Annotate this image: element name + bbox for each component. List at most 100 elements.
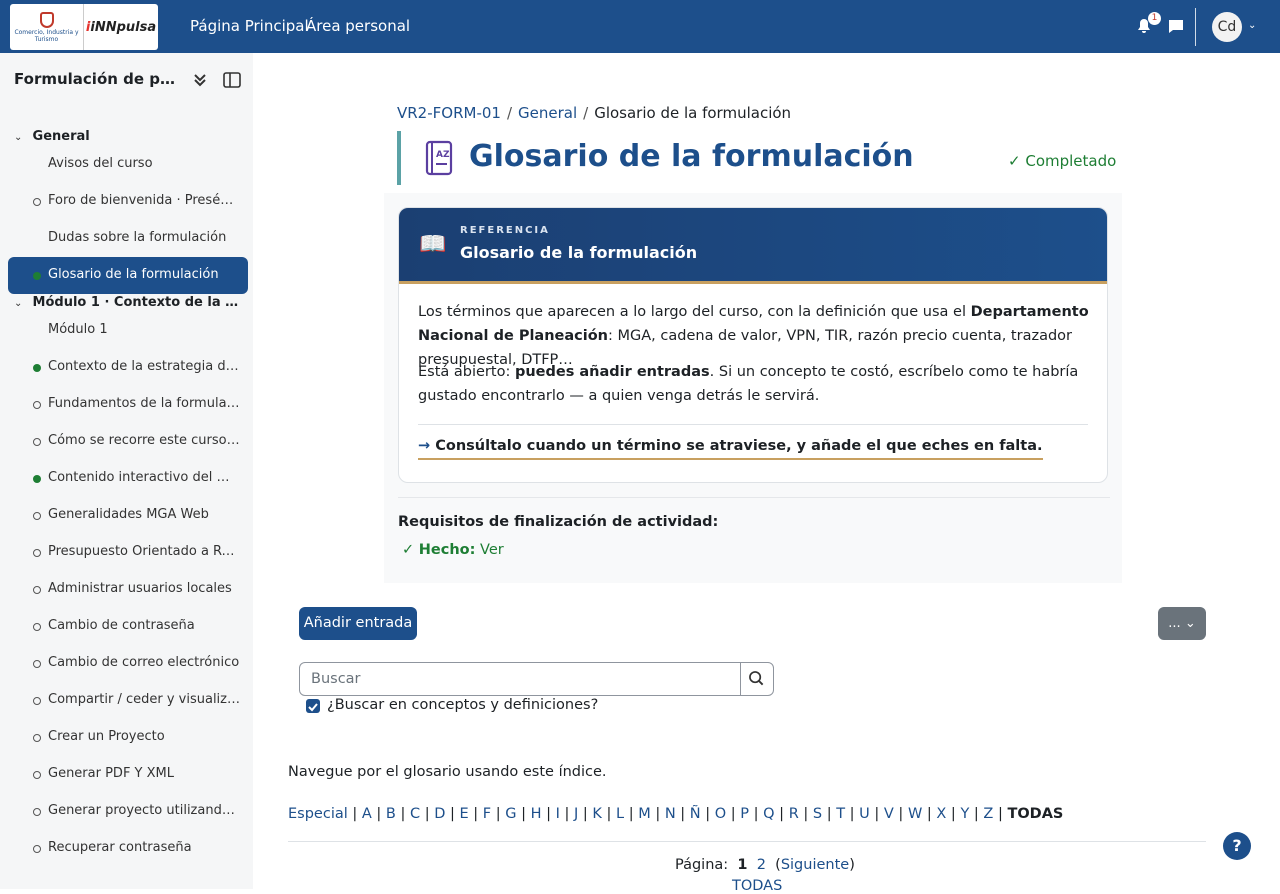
sidebar-item[interactable]: Administrar usuarios locales — [8, 571, 248, 608]
card-header: 📖 REFERENCIA Glosario de la formulación — [399, 208, 1107, 284]
sidebar-item-label: Recuperar contraseña — [48, 840, 192, 855]
sidebar-item[interactable]: Compartir / ceder y visualizar — [8, 682, 248, 719]
sidebar-item[interactable]: Presupuesto Orientado a Resultados — [8, 534, 248, 571]
glossary-icon: AZ — [425, 140, 453, 176]
index-letter[interactable]: F — [483, 806, 491, 822]
sidebar-item[interactable]: Contenido interactivo del módulo 1 — [8, 460, 248, 497]
ministry-seal: Comercio, Industria y Turismo — [10, 4, 84, 50]
index-letter[interactable]: E — [459, 806, 468, 822]
section-label: Módulo 1 · Contexto de la reinducción — [32, 295, 242, 310]
chat-icon[interactable] — [1168, 19, 1184, 34]
help-button[interactable]: ? — [1223, 832, 1251, 860]
index-letter[interactable]: H — [531, 806, 542, 822]
seal-text: Comercio, Industria y Turismo — [14, 28, 79, 43]
index-letter[interactable]: B — [386, 806, 396, 822]
course-title[interactable]: Formulación de proyectos — [14, 70, 179, 88]
sidebar-item[interactable]: Módulo 1 — [8, 312, 248, 349]
sidebar-item[interactable]: Cambio de contraseña — [8, 608, 248, 645]
incomplete-dot-icon — [33, 660, 41, 668]
pager-page-2[interactable]: 2 — [757, 857, 766, 873]
innpulsa-logo: iiNNpulsa — [85, 19, 157, 35]
sidebar-item-label: Cómo se recorre este curso y accede — [48, 433, 240, 448]
index-letter[interactable]: Q — [763, 806, 774, 822]
incomplete-dot-icon — [33, 771, 41, 779]
index-letter[interactable]: Ñ — [690, 806, 701, 822]
incomplete-dot-icon — [33, 438, 41, 446]
index-letter[interactable]: R — [789, 806, 799, 822]
sidebar-item[interactable]: Glosario de la formulación — [8, 257, 248, 294]
sidebar-item[interactable]: Contexto de la estrategia de reinducción — [8, 349, 248, 386]
index-letter[interactable]: M — [638, 806, 651, 822]
breadcrumb-course[interactable]: VR2-FORM-01 — [397, 104, 501, 122]
index-letter[interactable]: P — [740, 806, 749, 822]
sidebar-item[interactable]: Fundamentos de la formulación de proyect… — [8, 386, 248, 423]
sidebar-item[interactable]: Generar PDF Y XML — [8, 756, 248, 793]
index-letter[interactable]: N — [665, 806, 676, 822]
divider — [398, 497, 1110, 498]
sidebar-item[interactable]: Dudas sobre la formulación — [8, 220, 248, 257]
sidebar-item[interactable]: Generalidades MGA Web — [8, 497, 248, 534]
completion-status: ✓ Completado — [1008, 152, 1116, 170]
notification-badge: 1 — [1148, 12, 1161, 25]
index-letter[interactable]: X — [936, 806, 946, 822]
site-logo[interactable]: Comercio, Industria y Turismo iiNNpulsa — [10, 4, 158, 50]
pagination: Página: 1 2 (Siguiente) — [675, 857, 855, 873]
requirements-title: Requisitos de finalización de actividad: — [398, 514, 719, 530]
pager-next[interactable]: Siguiente — [781, 857, 849, 873]
alphabet-index: Especial | A | B | C | D | E | F | G | H… — [288, 806, 1064, 822]
completed-dot-icon — [33, 475, 41, 483]
index-letter[interactable]: Z — [983, 806, 993, 822]
index-letter[interactable]: A — [362, 806, 372, 822]
avatar[interactable]: Cd — [1212, 12, 1242, 42]
sidebar-item[interactable]: Cómo se recorre este curso y accede — [8, 423, 248, 460]
index-letter[interactable]: U — [859, 806, 870, 822]
section-1[interactable]: ⌄ Módulo 1 · Contexto de la reinducción — [14, 295, 242, 310]
sidebar-item[interactable]: Cambio de correo electrónico — [8, 645, 248, 682]
chevron-down-icon[interactable]: ⌄ — [1248, 20, 1256, 31]
index-letter[interactable]: S — [813, 806, 822, 822]
index-letter[interactable]: D — [434, 806, 445, 822]
nav-dashboard[interactable]: Área personal — [306, 17, 410, 35]
add-entry-button[interactable]: Añadir entrada — [299, 607, 417, 640]
sidebar-item-label: Glosario de la formulación — [48, 267, 219, 282]
sidebar-item[interactable]: Crear un Proyecto — [8, 719, 248, 756]
search-full-text-checkbox[interactable] — [306, 699, 320, 713]
sidebar-item[interactable]: Recuperar contraseña — [8, 830, 248, 867]
index-letter[interactable]: W — [908, 806, 922, 822]
collapse-all-icon[interactable] — [192, 72, 208, 88]
sidebar-item[interactable]: Avisos del curso — [8, 146, 248, 183]
completed-dot-icon — [33, 272, 41, 280]
brand-text: iNNpulsa — [90, 19, 157, 35]
breadcrumb-section[interactable]: General — [518, 104, 577, 122]
index-letter[interactable]: T — [836, 806, 845, 822]
index-letter[interactable]: Especial — [288, 806, 348, 822]
nav-home[interactable]: Página Principal — [190, 17, 309, 35]
index-letter[interactable]: L — [616, 806, 624, 822]
index-letter[interactable]: G — [505, 806, 516, 822]
close-drawer-icon[interactable] — [223, 72, 241, 88]
search-input[interactable]: Buscar — [299, 662, 741, 696]
pager-all[interactable]: TODAS — [732, 878, 782, 894]
incomplete-dot-icon — [33, 697, 41, 705]
index-letter[interactable]: V — [884, 806, 894, 822]
sidebar-item[interactable]: Generar proyecto utilizando proyecto — [8, 793, 248, 830]
index-letter[interactable]: K — [592, 806, 602, 822]
index-letter[interactable]: O — [715, 806, 726, 822]
top-navbar: Comercio, Industria y Turismo iiNNpulsa … — [0, 0, 1280, 53]
index-letter[interactable]: C — [410, 806, 420, 822]
incomplete-dot-icon — [33, 586, 41, 594]
course-index-sidebar: Formulación de proyectos ⌄ General Avisos… — [0, 53, 253, 889]
sidebar-item-label: Dudas sobre la formulación — [48, 230, 227, 245]
index-intro: Navegue por el glosario usando este índi… — [288, 764, 607, 780]
more-actions-button[interactable]: ... ⌄ — [1158, 607, 1206, 640]
chevron-down-icon: ⌄ — [14, 132, 23, 143]
card-divider — [418, 424, 1088, 425]
section-0[interactable]: ⌄ General — [14, 129, 242, 144]
search-button[interactable] — [740, 662, 774, 696]
index-all: TODAS — [1007, 806, 1064, 822]
sidebar-item[interactable]: Foro de bienvenida · Preséntate — [8, 183, 248, 220]
index-letter[interactable]: Y — [960, 806, 969, 822]
breadcrumb: VR2-FORM-01/General / Glosario de la formu… — [397, 104, 792, 122]
sidebar-item-label: Cambio de correo electrónico — [48, 655, 240, 670]
search-full-text-label[interactable]: ¿Buscar en conceptos y definiciones? — [327, 697, 598, 713]
